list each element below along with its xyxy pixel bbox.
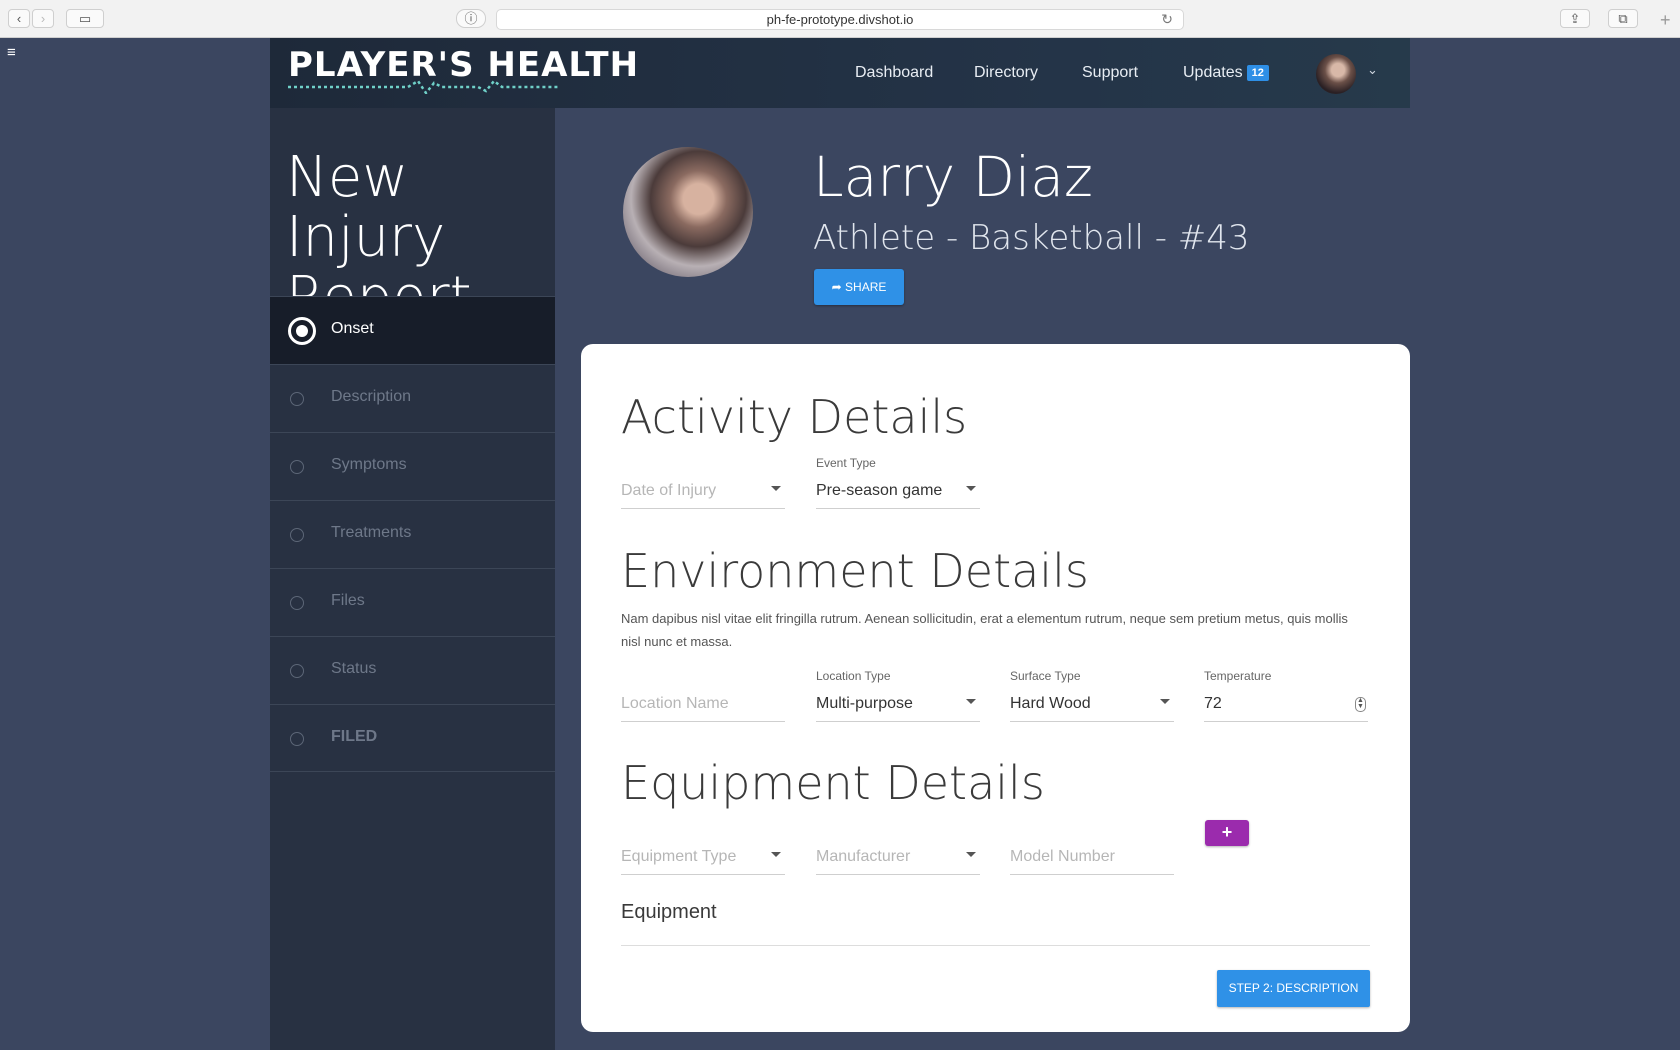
date-of-injury-select[interactable]: Date of Injury xyxy=(621,456,785,511)
model-placeholder: Model Number xyxy=(1010,848,1115,865)
step-symptoms[interactable]: Symptoms xyxy=(270,432,555,500)
radio-icon xyxy=(290,664,304,678)
step-label: Treatments xyxy=(331,524,412,541)
radio-selected-icon xyxy=(288,317,316,345)
divider xyxy=(621,945,1370,946)
url-text: ph-fe-prototype.divshot.io xyxy=(766,12,914,27)
caret-down-icon xyxy=(1160,699,1170,704)
nav-support[interactable]: Support xyxy=(1082,64,1138,82)
equipment-type-placeholder: Equipment Type xyxy=(621,848,737,865)
caret-down-icon xyxy=(771,486,781,491)
manufacturer-placeholder: Manufacturer xyxy=(816,848,911,865)
share-page-icon[interactable]: ⇪ xyxy=(1560,9,1590,28)
environment-description: Nam dapibus nisl vitae elit fringilla ru… xyxy=(621,611,1348,649)
menu-icon[interactable]: ≡ xyxy=(7,44,16,61)
equipment-heading: Equipment Details xyxy=(621,756,1045,810)
caret-down-icon xyxy=(966,699,976,704)
radio-icon xyxy=(290,732,304,746)
event-type-value: Pre-season game xyxy=(816,482,943,499)
logo[interactable]: PLAYER'S HEALTH xyxy=(288,48,639,82)
next-step-button[interactable]: STEP 2: DESCRIPTION xyxy=(1217,970,1370,1007)
caret-down-icon xyxy=(771,852,781,857)
radio-icon xyxy=(290,596,304,610)
url-bar[interactable]: ph-fe-prototype.divshot.io ↻ xyxy=(496,9,1184,30)
temperature-value: 72 xyxy=(1204,695,1222,712)
radio-icon xyxy=(290,460,304,474)
stepper-icon[interactable]: ▲ ▼ xyxy=(1355,697,1366,712)
app-header: PLAYER'S HEALTH Dashboard Directory Supp… xyxy=(270,38,1410,108)
step-label: Symptoms xyxy=(331,456,407,473)
step-files[interactable]: Files xyxy=(270,568,555,636)
step-label: Description xyxy=(331,388,412,405)
step-label: FILED xyxy=(331,728,378,745)
surface-type-label: Surface Type xyxy=(1010,669,1081,683)
updates-badge: 12 xyxy=(1246,65,1269,81)
reload-icon[interactable]: ↻ xyxy=(1161,10,1173,29)
sidebar: New Injury Report Onset Description Symp… xyxy=(270,108,555,1050)
date-placeholder: Date of Injury xyxy=(621,482,717,499)
step-onset[interactable]: Onset xyxy=(270,296,555,364)
step-filed[interactable]: FILED xyxy=(270,704,555,772)
model-number-input[interactable]: Model Number xyxy=(1010,822,1174,877)
surface-type-select[interactable]: Surface Type Hard Wood xyxy=(1010,669,1174,724)
event-type-select[interactable]: Event Type Pre-season game xyxy=(816,456,980,511)
caret-down-icon xyxy=(966,486,976,491)
athlete-name: Larry Diaz xyxy=(813,145,1093,209)
add-equipment-button[interactable]: + xyxy=(1205,820,1249,846)
share-label: SHARE xyxy=(845,280,887,294)
privacy-icon[interactable]: ⓘ xyxy=(456,9,486,28)
step-label: Onset xyxy=(331,320,374,337)
athlete-subtitle: Athlete - Basketball - #43 xyxy=(813,218,1250,258)
share-icon: ➦ xyxy=(831,280,842,294)
nav-directory[interactable]: Directory xyxy=(974,64,1038,82)
injury-form-card: Activity Details Date of Injury Event Ty… xyxy=(581,344,1410,1032)
location-type-label: Location Type xyxy=(816,669,891,683)
environment-heading: Environment Details xyxy=(621,544,1089,598)
step-label: Files xyxy=(331,592,365,609)
location-type-value: Multi-purpose xyxy=(816,695,913,712)
new-tab-icon[interactable]: + xyxy=(1660,10,1671,31)
temperature-label: Temperature xyxy=(1204,669,1272,683)
nav-updates[interactable]: Updates 12 xyxy=(1183,64,1269,82)
nav-dashboard[interactable]: Dashboard xyxy=(855,64,933,82)
step-description[interactable]: Description xyxy=(270,364,555,432)
heartbeat-line-icon xyxy=(288,80,558,94)
activity-heading: Activity Details xyxy=(621,390,968,444)
nav-updates-label: Updates xyxy=(1183,64,1243,81)
event-type-label: Event Type xyxy=(816,456,876,470)
temperature-input[interactable]: Temperature 72 ▲ ▼ xyxy=(1204,669,1368,724)
location-name-input[interactable]: Location Name xyxy=(621,669,785,724)
athlete-photo xyxy=(623,147,753,277)
browser-toolbar: ‹ › ▭ ⓘ ph-fe-prototype.divshot.io ↻ ⇪ ⧉… xyxy=(0,0,1680,38)
back-icon[interactable]: ‹ xyxy=(8,9,30,28)
equipment-list-heading: Equipment xyxy=(621,901,717,923)
tabs-icon[interactable]: ⧉ xyxy=(1608,9,1638,28)
step-label: Status xyxy=(331,660,377,677)
caret-down-icon xyxy=(966,852,976,857)
chevron-down-icon[interactable]: ⌄ xyxy=(1367,62,1378,78)
manufacturer-select[interactable]: Manufacturer xyxy=(816,822,980,877)
location-placeholder: Location Name xyxy=(621,695,729,712)
step-treatments[interactable]: Treatments xyxy=(270,500,555,568)
radio-icon xyxy=(290,392,304,406)
surface-type-value: Hard Wood xyxy=(1010,695,1091,712)
forward-icon[interactable]: › xyxy=(32,9,54,28)
equipment-type-select[interactable]: Equipment Type xyxy=(621,822,785,877)
radio-icon xyxy=(290,528,304,542)
sidebar-toggle-icon[interactable]: ▭ xyxy=(66,9,104,28)
step-status[interactable]: Status xyxy=(270,636,555,704)
location-type-select[interactable]: Location Type Multi-purpose xyxy=(816,669,980,724)
user-avatar[interactable] xyxy=(1316,54,1356,94)
share-button[interactable]: ➦ SHARE xyxy=(814,269,904,305)
